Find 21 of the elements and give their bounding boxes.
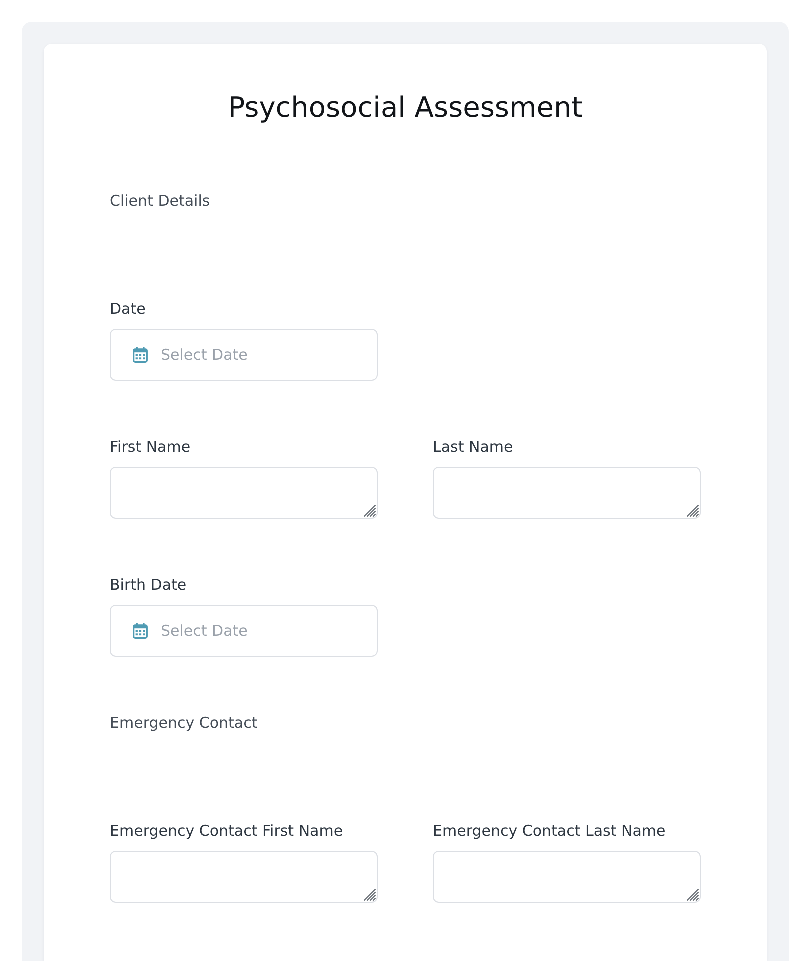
field-label: Birth Date — [110, 575, 187, 595]
date-field[interactable]: Select Date — [110, 605, 378, 657]
text-area-field[interactable] — [433, 467, 701, 519]
date-field[interactable]: Select Date — [110, 329, 378, 381]
calendar-icon — [133, 347, 148, 363]
field-label: Emergency Contact Last Name — [433, 821, 666, 841]
field-label: Date — [110, 299, 146, 319]
text-area-field[interactable] — [433, 851, 701, 903]
calendar-icon — [133, 623, 148, 639]
resize-grip-icon[interactable] — [687, 889, 699, 901]
section-heading: Client Details — [110, 191, 210, 211]
resize-grip-icon[interactable] — [364, 505, 376, 517]
form-title: Psychosocial Assessment — [227, 91, 584, 125]
text-area-field[interactable] — [110, 851, 378, 903]
field-label: Last Name — [433, 437, 514, 457]
section-heading: Emergency Contact — [110, 713, 258, 733]
field-label: First Name — [110, 437, 191, 457]
field-label: Emergency Contact First Name — [110, 821, 344, 841]
resize-grip-icon[interactable] — [687, 505, 699, 517]
resize-grip-icon[interactable] — [364, 889, 376, 901]
text-area-field[interactable] — [110, 467, 378, 519]
